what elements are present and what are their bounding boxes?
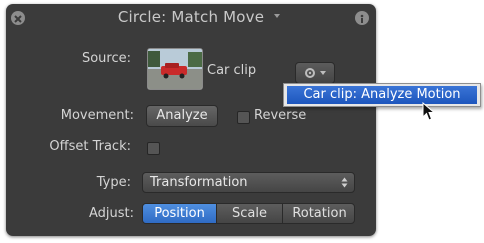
analyze-button[interactable]: Analyze [146, 105, 218, 127]
info-icon[interactable] [355, 11, 369, 25]
type-popup-value: Transformation [150, 175, 248, 190]
close-icon[interactable] [11, 11, 25, 25]
gear-dropdown-menu: Car clip: Analyze Motion [283, 83, 481, 107]
offset-track-label: Offset Track: [49, 139, 131, 154]
segment-scale[interactable]: Scale [217, 204, 283, 223]
source-thumbnail[interactable] [147, 48, 203, 90]
gear-icon [305, 68, 326, 78]
adjust-segmented-control: Position Scale Rotation [142, 203, 355, 224]
title-bar: Circle: Match Move [6, 4, 376, 30]
source-clip-name: Car clip [207, 63, 257, 78]
source-label: Source: [81, 51, 131, 66]
window-title: Circle: Match Move [117, 8, 265, 26]
segment-position[interactable]: Position [143, 204, 217, 223]
chevron-down-icon[interactable] [273, 12, 281, 20]
type-label: Type: [96, 175, 131, 190]
movement-label: Movement: [60, 108, 134, 123]
match-move-hud: Circle: Match Move Source: Car clip Move… [6, 4, 376, 236]
up-down-arrows-icon [341, 177, 348, 188]
segment-rotation[interactable]: Rotation [283, 204, 354, 223]
gear-menu-button[interactable] [295, 62, 335, 84]
reverse-checkbox[interactable] [237, 111, 250, 124]
type-popup[interactable]: Transformation [142, 172, 355, 193]
menu-item-analyze-motion[interactable]: Car clip: Analyze Motion [287, 86, 477, 104]
reverse-label: Reverse [254, 108, 307, 123]
offset-track-checkbox[interactable] [147, 142, 160, 155]
adjust-label: Adjust: [88, 206, 134, 221]
mouse-cursor-icon [422, 102, 436, 121]
